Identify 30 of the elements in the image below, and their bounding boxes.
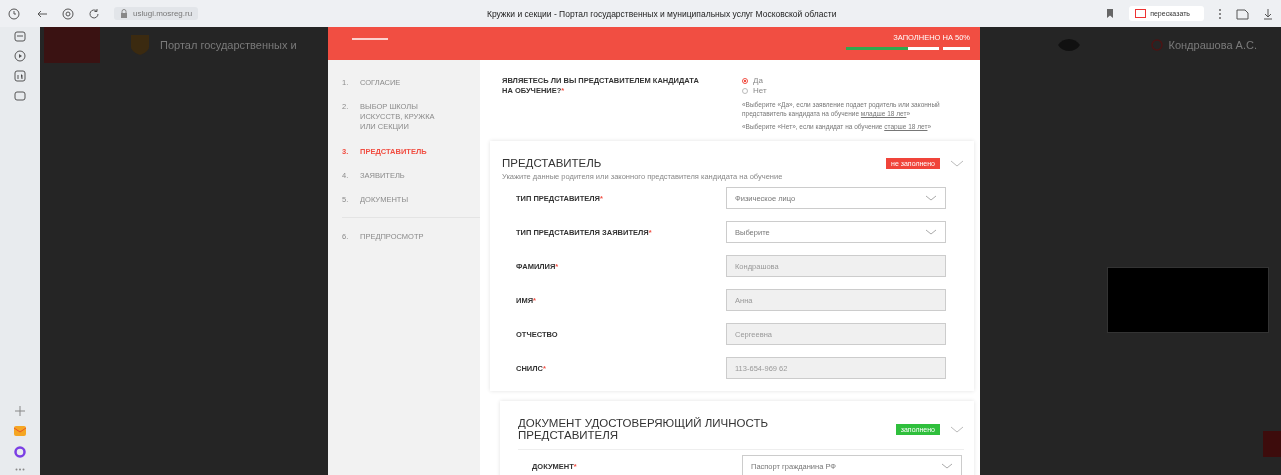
radio-option[interactable]: Нет (742, 86, 972, 96)
ring-icon[interactable] (14, 446, 26, 458)
user-name[interactable]: Кондрашова А.С. (1168, 39, 1257, 51)
section-title: ПРЕДСТАВИТЕЛЬ (502, 157, 603, 170)
reload-icon[interactable] (88, 7, 100, 20)
mail-icon[interactable] (14, 426, 26, 436)
video-icon[interactable] (14, 50, 26, 62)
chevron-icon (925, 229, 937, 236)
download-icon[interactable] (1263, 7, 1273, 20)
bookmarks-icon[interactable] (1236, 7, 1249, 20)
chevron-icon (925, 195, 937, 202)
plus-icon[interactable] (15, 406, 25, 416)
more-icon[interactable] (1218, 7, 1222, 20)
more-icon[interactable] (15, 468, 25, 471)
section-title: ДОКУМЕНТ УДОСТОВЕРЯЮЩИЙ ЛИЧНОСТЬ ПРЕДСТАВИТЕЛЯ (518, 417, 769, 442)
chevron-icon (941, 463, 953, 470)
history-icon[interactable] (8, 7, 20, 20)
address-field[interactable]: uslugi.mosreg.ru (114, 7, 199, 20)
chevron-icon[interactable] (950, 159, 964, 167)
bookmark-icon[interactable] (1105, 8, 1116, 19)
chevron-icon[interactable] (950, 425, 964, 433)
header-underline (352, 38, 388, 40)
circle-icon[interactable] (62, 7, 74, 20)
screen-icon[interactable] (14, 90, 26, 102)
retell-icon (1135, 9, 1147, 18)
page-title: Кружки и секции - Портал государственных и муниципальных услуг Московской области (485, 8, 838, 19)
lock-icon (120, 9, 128, 18)
user-icon (1150, 39, 1163, 51)
portal-title: Портал государственных и (160, 39, 297, 51)
radio-option[interactable]: Да (742, 76, 972, 86)
